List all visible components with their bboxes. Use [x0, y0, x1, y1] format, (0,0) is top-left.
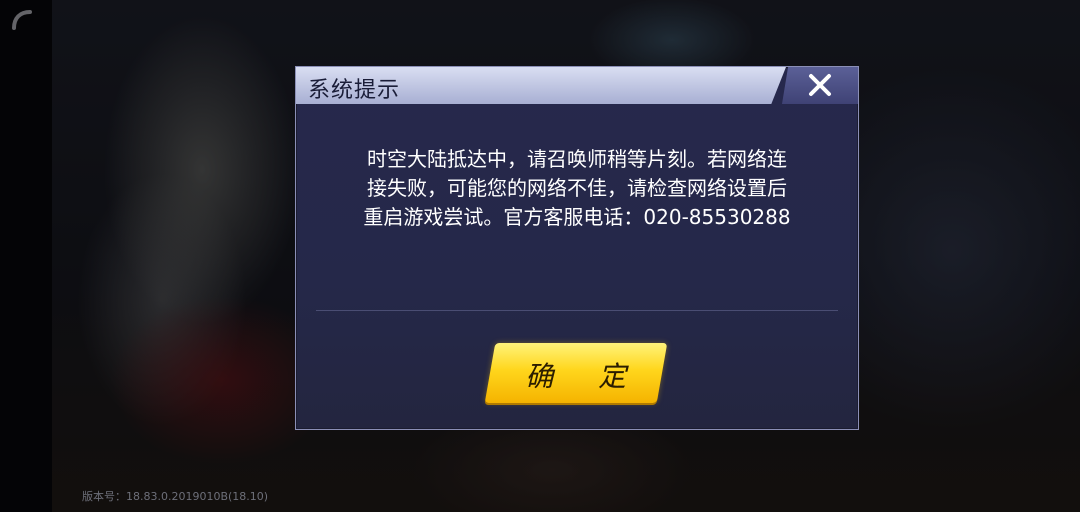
confirm-button-label: 确 定 [525, 360, 645, 393]
game-screen: 版本号：18.83.0.2019010B(18.10) 系统提示 时空大陆抵达中… [0, 0, 1080, 512]
dialog-message: 时空大陆抵达中，请召唤师稍等片刻。若网络连 接失败，可能您的网络不佳，请检查网络… [363, 147, 791, 229]
confirm-button[interactable]: 确 定 [484, 343, 668, 403]
system-dialog: 系统提示 时空大陆抵达中，请召唤师稍等片刻。若网络连 接失败，可能您的网络不佳，… [295, 66, 859, 430]
close-button[interactable] [782, 67, 858, 104]
dialog-title: 系统提示 [308, 78, 401, 103]
close-icon [809, 74, 831, 96]
title-tab: 系统提示 [296, 67, 786, 104]
dialog-header: 系统提示 [296, 67, 858, 104]
version-label: 版本号：18.83.0.2019010B(18.10) [82, 490, 269, 503]
divider [316, 310, 838, 311]
